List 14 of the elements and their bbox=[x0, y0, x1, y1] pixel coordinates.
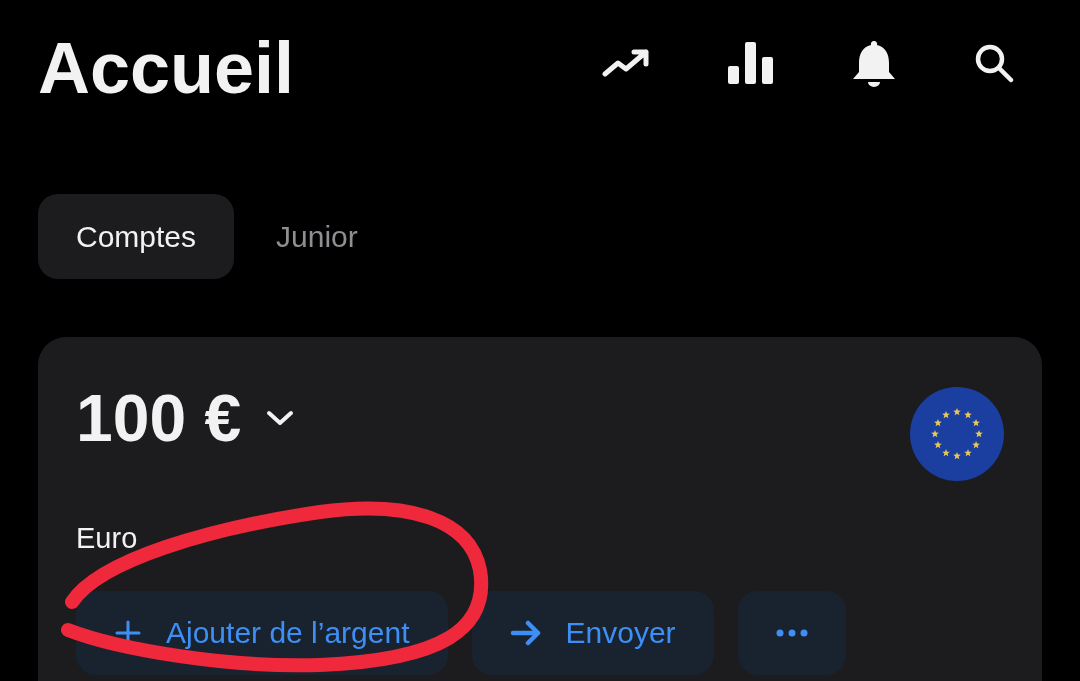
arrow-right-icon bbox=[509, 619, 542, 646]
page-title: Accueil bbox=[38, 32, 295, 104]
tab[interactable]: Comptes bbox=[38, 194, 235, 279]
tab[interactable]: Junior bbox=[238, 194, 396, 279]
flag-icon bbox=[910, 387, 1004, 481]
balance-amount: 100 € bbox=[76, 385, 242, 451]
search-icon[interactable] bbox=[974, 43, 1014, 83]
bell-icon[interactable] bbox=[852, 39, 896, 87]
currency-name: Euro bbox=[76, 521, 139, 556]
trend-icon[interactable] bbox=[602, 48, 650, 78]
bar-chart-icon[interactable] bbox=[728, 42, 774, 84]
more-icon bbox=[775, 628, 808, 637]
chevron-down-icon[interactable] bbox=[265, 409, 296, 427]
send-button[interactable]: Envoyer bbox=[471, 590, 714, 675]
